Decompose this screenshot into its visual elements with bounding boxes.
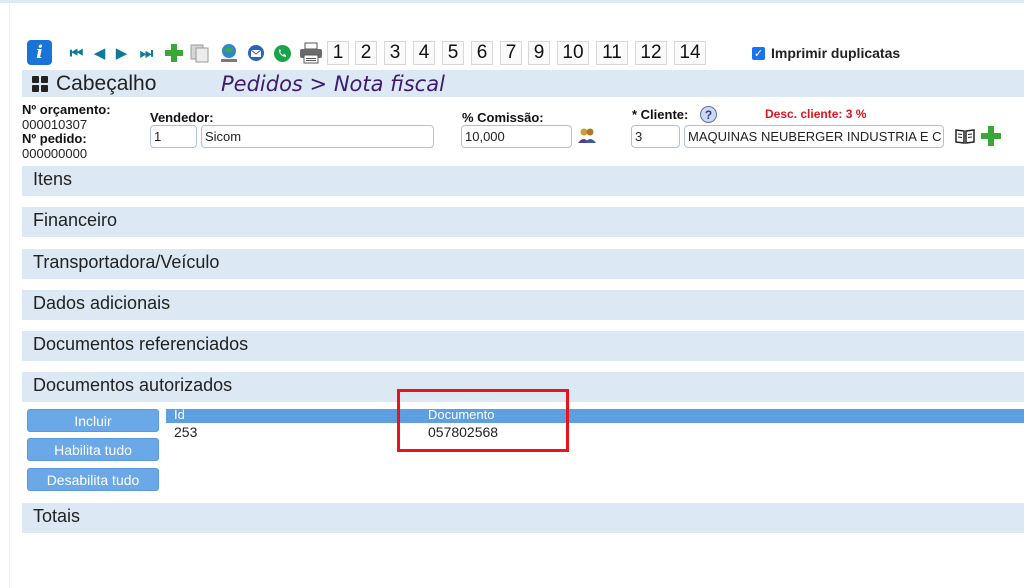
top-border [0, 0, 1024, 3]
page-button-11[interactable]: 11 [596, 41, 628, 65]
breadcrumb: Pedidos > Nota fiscal [221, 72, 445, 96]
toolbar: i ⏮ ◀ ▶ ⏭ 1 2 3 4 5 6 7 9 10 11 12 14 ✓ … [27, 40, 1017, 68]
section-dados-adicionais[interactable]: Dados adicionais [22, 290, 1024, 320]
prev-icon[interactable]: ◀ [89, 40, 107, 66]
page-button-9[interactable]: 9 [528, 41, 550, 65]
client-name-input[interactable]: MAQUINAS NEUBERGER INDUSTRIA E C [684, 125, 944, 148]
section-totais[interactable]: Totais [22, 503, 1024, 533]
section-documentos-referenciados[interactable]: Documentos referenciados [22, 331, 1024, 361]
include-button[interactable]: Incluir [27, 409, 159, 432]
budget-label: Nº orçamento: [22, 102, 111, 117]
table-header: Id Documento [166, 407, 1024, 423]
seller-name-input[interactable]: Sicom [201, 125, 434, 148]
users-icon[interactable] [577, 126, 597, 146]
whatsapp-icon[interactable] [272, 40, 292, 66]
print-duplicates-toggle[interactable]: ✓ Imprimir duplicatas [752, 45, 900, 61]
globe-icon[interactable] [217, 40, 241, 66]
add-client-icon[interactable] [980, 125, 1002, 147]
commission-label: % Comissão: [462, 110, 544, 125]
highlight-box [397, 389, 569, 452]
disable-all-button[interactable]: Desabilita tudo [27, 468, 159, 491]
page-button-14[interactable]: 14 [674, 41, 706, 65]
page-button-4[interactable]: 4 [413, 41, 435, 65]
header-title: Cabeçalho [56, 72, 157, 95]
cell-id: 253 [174, 424, 198, 440]
page-button-10[interactable]: 10 [557, 41, 589, 65]
print-icon[interactable] [298, 40, 324, 66]
help-icon[interactable]: ? [700, 106, 717, 123]
commission-input[interactable]: 10,000 [461, 125, 572, 148]
client-discount: Desc. cliente: 3 % [765, 107, 867, 121]
page-button-3[interactable]: 3 [384, 41, 406, 65]
seller-id-input[interactable]: 1 [150, 125, 197, 148]
column-header-id[interactable]: Id [174, 407, 185, 422]
left-border [9, 3, 10, 588]
first-icon[interactable]: ⏮ [63, 40, 87, 66]
seller-label: Vendedor: [150, 110, 214, 125]
page-button-2[interactable]: 2 [355, 41, 377, 65]
section-transportadora[interactable]: Transportadora/Veículo [22, 249, 1024, 279]
header-band[interactable]: Cabeçalho Pedidos > Nota fiscal [22, 70, 1024, 97]
copy-icon[interactable] [188, 40, 212, 66]
print-duplicates-label: Imprimir duplicatas [771, 45, 901, 61]
enable-all-button[interactable]: Habilita tudo [27, 438, 159, 461]
section-itens[interactable]: Itens [22, 166, 1024, 196]
page-button-7[interactable]: 7 [500, 41, 522, 65]
info-icon[interactable]: i [27, 40, 52, 65]
add-icon[interactable] [163, 40, 185, 66]
page-button-6[interactable]: 6 [471, 41, 493, 65]
page-button-1[interactable]: 1 [327, 41, 349, 65]
client-id-input[interactable]: 3 [631, 125, 680, 148]
section-financeiro[interactable]: Financeiro [22, 207, 1024, 237]
next-icon[interactable]: ▶ [111, 40, 129, 66]
order-label: Nº pedido: [22, 131, 87, 146]
print-duplicates-checkbox[interactable]: ✓ [752, 46, 765, 60]
email-icon[interactable] [246, 40, 266, 66]
grid-icon [32, 76, 48, 92]
order-value: 000000000 [22, 146, 88, 161]
last-icon[interactable]: ⏭ [133, 40, 157, 66]
budget-value: 000010307 [22, 117, 88, 132]
book-icon[interactable] [955, 128, 977, 146]
page-button-5[interactable]: 5 [442, 41, 464, 65]
page-button-12[interactable]: 12 [635, 41, 667, 65]
client-label: * Cliente: [632, 107, 689, 122]
